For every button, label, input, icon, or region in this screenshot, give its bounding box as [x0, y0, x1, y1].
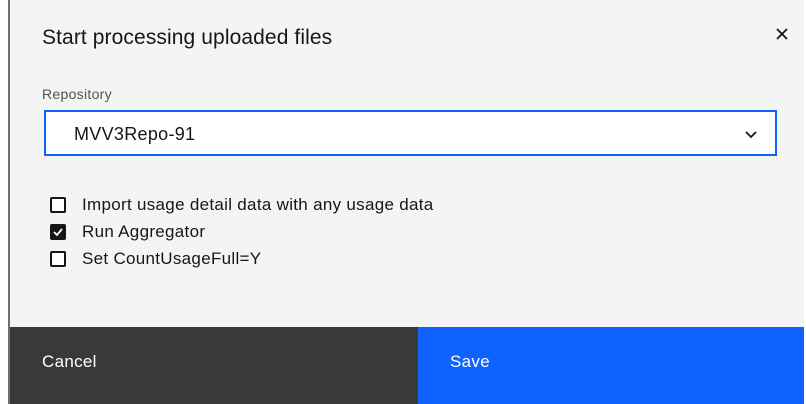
option-run-aggregator[interactable]: Run Aggregator: [50, 222, 205, 242]
save-button-label: Save: [450, 352, 490, 371]
option-label: Import usage detail data with any usage …: [82, 195, 434, 214]
processing-modal: Start processing uploaded files Reposito…: [8, 0, 804, 404]
option-set-countusagefull[interactable]: Set CountUsageFull=Y: [50, 249, 261, 269]
repository-label: Repository: [42, 86, 112, 102]
checkmark-icon: [53, 228, 63, 236]
modal-title: Start processing uploaded files: [42, 26, 333, 49]
checkbox[interactable]: [50, 197, 66, 213]
chevron-down-icon: [745, 131, 757, 139]
close-button[interactable]: [770, 22, 794, 46]
option-import-usage-detail[interactable]: Import usage detail data with any usage …: [50, 195, 434, 215]
checkbox[interactable]: [50, 251, 66, 267]
option-label: Set CountUsageFull=Y: [82, 249, 262, 268]
repository-select[interactable]: MVV3Repo-91: [44, 110, 777, 156]
save-button[interactable]: Save: [418, 327, 804, 404]
cancel-button-label: Cancel: [42, 352, 97, 371]
page: Start processing uploaded files Reposito…: [0, 0, 806, 404]
repository-select-value: MVV3Repo-91: [74, 124, 196, 144]
modal-footer: Cancel Save: [10, 327, 804, 404]
checkbox-checked[interactable]: [50, 224, 66, 240]
close-icon: [776, 28, 788, 40]
cancel-button[interactable]: Cancel: [10, 327, 418, 404]
option-label: Run Aggregator: [82, 222, 206, 241]
